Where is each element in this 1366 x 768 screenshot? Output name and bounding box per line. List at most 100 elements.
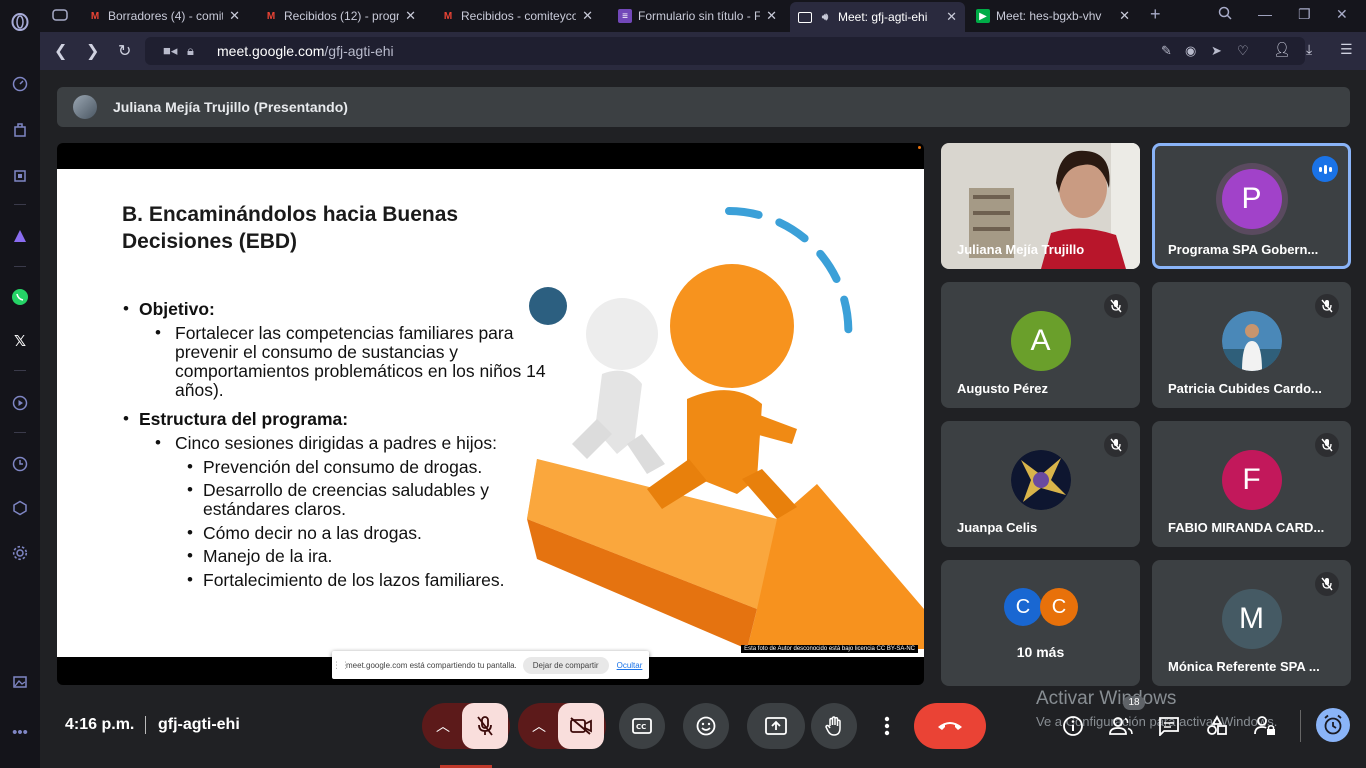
video-options-chevron-icon[interactable]: ︿: [520, 703, 558, 749]
forward-icon[interactable]: ❯: [86, 41, 99, 61]
close-window-icon[interactable]: ✕: [1336, 6, 1348, 23]
muted-mic-icon: [1315, 294, 1339, 318]
presenter-avatar: [73, 95, 97, 119]
participant-tile[interactable]: Juliana Mejía Trujillo: [941, 143, 1140, 269]
alarm-icon[interactable]: [1316, 708, 1350, 742]
lock-icon[interactable]: 🔒︎: [187, 43, 194, 59]
history-icon[interactable]: [10, 454, 30, 474]
player-icon[interactable]: [10, 393, 30, 413]
image-credit[interactable]: Esta foto de Autor desconocido está bajo…: [741, 645, 918, 653]
captions-button[interactable]: CC: [619, 703, 665, 749]
participant-name: Patricia Cubides Cardo...: [1168, 381, 1322, 396]
close-tab-icon[interactable]: ✕: [405, 8, 416, 24]
participant-name: Juliana Mejía Trujillo: [957, 242, 1085, 257]
screen-share-notice: ⋮⋮ meet.google.com está compartiendo tu …: [332, 651, 649, 679]
participant-tile[interactable]: Patricia Cubides Cardo...: [1152, 282, 1351, 408]
raise-hand-button[interactable]: [811, 703, 857, 749]
new-tab-icon[interactable]: +: [1150, 4, 1161, 25]
tab-switcher-icon[interactable]: [52, 8, 68, 27]
sessions-intro: Cinco sesiones dirigidas a padres e hijo…: [175, 433, 497, 453]
tab-recibidos-programa[interactable]: M Recibidos (12) - programa ✕: [256, 4, 424, 28]
clock: 4:16 p.m.: [65, 716, 135, 733]
x-twitter-icon[interactable]: 𝕏: [10, 331, 30, 351]
speed-dial-icon[interactable]: [10, 74, 30, 94]
shared-screen[interactable]: B. Encaminándolos hacia Buenas Decisione…: [57, 143, 924, 685]
camera-off-icon: [570, 717, 592, 735]
profile-icon[interactable]: 👤︎: [1273, 41, 1291, 58]
easy-setup-icon[interactable]: ☰: [1340, 41, 1353, 58]
camera-off-button[interactable]: [558, 703, 604, 749]
avatar: M: [1221, 589, 1282, 649]
back-icon[interactable]: ❮: [54, 41, 67, 61]
gmail-icon: M: [90, 10, 100, 22]
address-bar[interactable]: ■◂ 🔒︎ meet.google.com/gfj-agti-ehi ✎ ◉ ➤…: [145, 37, 1305, 65]
more-count-label: 10 más: [1016, 644, 1065, 660]
close-tab-icon[interactable]: ✕: [582, 8, 593, 24]
avatar: A: [1010, 311, 1071, 371]
gallery-icon[interactable]: [10, 672, 30, 692]
stop-sharing-button[interactable]: Dejar de compartir: [522, 656, 609, 674]
restore-icon[interactable]: ❐: [1298, 6, 1311, 23]
meeting-info-icon[interactable]: [1060, 713, 1086, 739]
leave-call-button[interactable]: [914, 703, 986, 749]
chat-icon[interactable]: [1156, 713, 1182, 739]
url-text[interactable]: meet.google.com/gfj-agti-ehi: [217, 43, 394, 59]
ai-chip-icon[interactable]: [10, 166, 30, 186]
search-tabs-icon[interactable]: [1218, 6, 1232, 23]
slide-illustration: [527, 207, 924, 649]
present-screen-button[interactable]: [747, 703, 805, 749]
audio-options-chevron-icon[interactable]: ︿: [424, 703, 462, 749]
session-item: Fortalecimiento de los lazos familiares.: [203, 570, 505, 590]
whatsapp-icon[interactable]: [10, 287, 30, 307]
bookmark-heart-icon[interactable]: ♡: [1237, 43, 1249, 59]
camera-in-use-icon[interactable]: ■◂: [163, 43, 177, 59]
activities-icon[interactable]: [1204, 713, 1230, 739]
more-dots-icon[interactable]: •••: [10, 722, 30, 742]
hang-up-icon: [938, 722, 962, 730]
reload-icon[interactable]: ↻: [118, 41, 131, 61]
tab-meet-active[interactable]: 🔊︎ Meet: gfj-agti-ehi ✕: [790, 2, 965, 32]
close-tab-icon[interactable]: ✕: [229, 8, 240, 24]
drag-handle-icon[interactable]: ⋮⋮: [332, 660, 350, 671]
tab-formulario[interactable]: ≡ Formulario sin título - F ✕: [610, 4, 785, 28]
opera-logo-icon[interactable]: [10, 12, 30, 32]
muted-mic-icon: [1104, 294, 1128, 318]
reactions-button[interactable]: [683, 703, 729, 749]
muted-mic-icon: [1315, 572, 1339, 596]
participant-name: Programa SPA Gobern...: [1168, 242, 1319, 257]
close-tab-icon[interactable]: ✕: [946, 9, 957, 25]
hide-notice-link[interactable]: Ocultar: [617, 661, 643, 670]
structure-label: Estructura del programa:: [139, 409, 349, 429]
host-controls-icon[interactable]: [1252, 713, 1278, 739]
more-participants-tile[interactable]: C C 10 más: [941, 560, 1140, 686]
tab-recibidos-comite[interactable]: M Recibidos - comiteycomité ✕: [433, 4, 601, 28]
participant-tile[interactable]: M Mónica Referente SPA ...: [1152, 560, 1351, 686]
more-vert-icon: [884, 716, 890, 736]
send-icon[interactable]: ➤: [1211, 43, 1222, 59]
objective-label: Objetivo:: [139, 299, 215, 319]
participant-tile[interactable]: Juanpa Celis: [941, 421, 1140, 547]
participant-tile[interactable]: A Augusto Pérez: [941, 282, 1140, 408]
extensions-icon[interactable]: [10, 120, 30, 140]
participant-tile[interactable]: F FABIO MIRANDA CARD...: [1152, 421, 1351, 547]
people-icon[interactable]: [1108, 713, 1134, 739]
tab-bar: M Borradores (4) - comiteycon ✕ M Recibi…: [40, 0, 1366, 32]
settings-gear-icon[interactable]: [10, 543, 30, 563]
edit-page-icon[interactable]: ✎: [1161, 43, 1172, 59]
minimize-icon[interactable]: —: [1258, 6, 1272, 22]
close-tab-icon[interactable]: ✕: [1119, 8, 1130, 24]
microphone-off-button[interactable]: [462, 703, 508, 749]
aria-icon[interactable]: [10, 226, 30, 246]
tab-meet-other[interactable]: ▶ Meet: hes-bgxb-vhv ✕: [968, 4, 1138, 28]
snapshot-icon[interactable]: ◉: [1185, 43, 1196, 59]
download-icon[interactable]: ⤓: [1306, 41, 1312, 58]
avatar: C: [1004, 588, 1042, 626]
cube-icon[interactable]: [10, 498, 30, 518]
tab-borradores[interactable]: M Borradores (4) - comiteycon ✕: [80, 4, 248, 28]
presenter-bar: Juliana Mejía Trujillo (Presentando): [57, 87, 1350, 127]
captions-icon: CC: [632, 718, 652, 734]
participant-name: Mónica Referente SPA ...: [1168, 659, 1320, 674]
more-options-button[interactable]: [875, 703, 899, 749]
close-tab-icon[interactable]: ✕: [766, 8, 777, 24]
participant-tile-speaking[interactable]: P Programa SPA Gobern...: [1152, 143, 1351, 269]
